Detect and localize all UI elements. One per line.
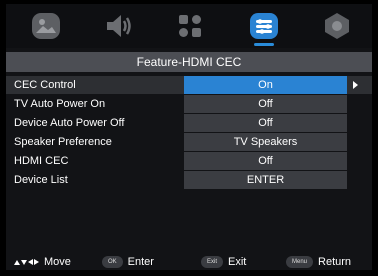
row-value[interactable]: Off xyxy=(184,114,347,132)
menu-tab-bar xyxy=(6,4,372,48)
hint-move: Move xyxy=(14,254,71,270)
settings-icon xyxy=(325,13,349,39)
ok-key-icon: OK xyxy=(102,256,123,268)
row-value[interactable]: ENTER xyxy=(184,171,347,189)
hint-exit-label: Exit xyxy=(228,256,247,268)
picture-icon xyxy=(32,13,60,39)
row-label: HDMI CEC xyxy=(14,155,69,167)
hint-enter: OK Enter xyxy=(102,254,154,270)
settings-list: CEC Control On TV Auto Power On Off Devi… xyxy=(6,76,372,190)
row-label: CEC Control xyxy=(14,79,76,91)
row-device-auto-power-off[interactable]: Device Auto Power Off Off xyxy=(6,114,372,132)
tab-feature[interactable] xyxy=(244,8,284,46)
hint-enter-label: Enter xyxy=(127,256,154,268)
key-hint-bar: Move OK Enter Exit Exit Menu Return xyxy=(6,254,372,270)
row-value[interactable]: Off xyxy=(184,95,347,113)
tab-picture[interactable] xyxy=(26,8,66,44)
row-value[interactable]: TV Speakers xyxy=(184,133,347,151)
hint-move-label: Move xyxy=(44,256,71,268)
row-label: Device List xyxy=(14,174,68,186)
row-cec-control[interactable]: CEC Control On xyxy=(6,76,372,94)
row-speaker-preference[interactable]: Speaker Preference TV Speakers xyxy=(6,133,372,151)
row-device-list[interactable]: Device List ENTER xyxy=(6,171,372,189)
tab-settings[interactable] xyxy=(317,8,357,44)
exit-key-icon: Exit xyxy=(201,256,224,268)
row-value[interactable]: Off xyxy=(184,152,347,170)
chevron-right-icon xyxy=(353,81,358,89)
row-label: Speaker Preference xyxy=(14,136,112,148)
row-label: Device Auto Power Off xyxy=(14,117,125,129)
feature-icon xyxy=(250,13,278,39)
settings-panel: Feature-HDMI CEC CEC Control On TV Auto … xyxy=(6,4,372,270)
channel-icon xyxy=(179,15,201,37)
hint-return: Menu Return xyxy=(286,254,351,270)
hint-return-label: Return xyxy=(318,256,352,268)
menu-key-icon: Menu xyxy=(286,256,314,268)
sound-icon xyxy=(107,15,131,37)
tab-channel[interactable] xyxy=(170,8,210,44)
tab-sound[interactable] xyxy=(99,8,139,44)
hint-exit: Exit Exit xyxy=(201,254,246,270)
row-tv-auto-power-on[interactable]: TV Auto Power On Off xyxy=(6,95,372,113)
row-label: TV Auto Power On xyxy=(14,98,106,110)
page-title: Feature-HDMI CEC xyxy=(6,52,372,72)
row-hdmi-cec[interactable]: HDMI CEC Off xyxy=(6,152,372,170)
arrow-keys-icon xyxy=(14,259,40,265)
row-value[interactable]: On xyxy=(184,76,347,94)
